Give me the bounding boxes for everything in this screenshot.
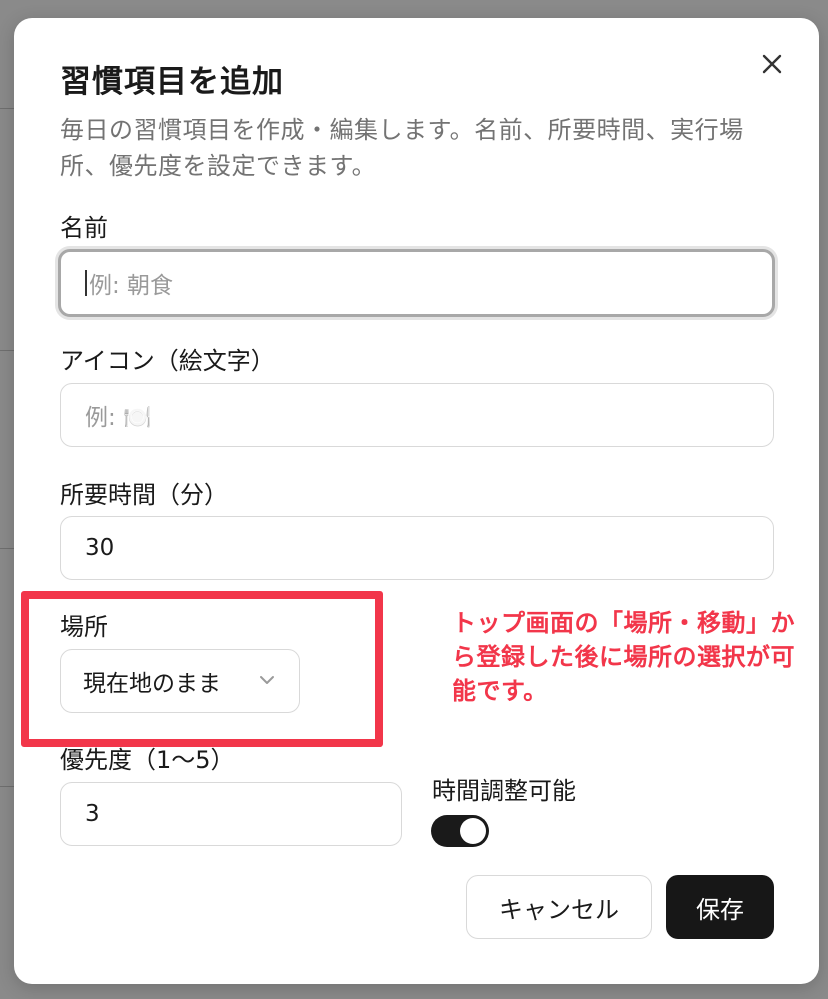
duration-value: 30: [85, 535, 115, 561]
toggle-knob: [460, 818, 486, 844]
close-button[interactable]: [752, 44, 792, 84]
priority-label: 優先度（1〜5）: [60, 746, 235, 774]
name-placeholder: 例: 朝食: [89, 273, 174, 299]
backdrop-divider: [0, 548, 14, 549]
priority-input[interactable]: 3: [60, 782, 402, 846]
name-input[interactable]: 例: 朝食: [58, 249, 775, 317]
duration-input[interactable]: 30: [60, 516, 774, 580]
cancel-button[interactable]: キャンセル: [466, 875, 652, 939]
location-label: 場所: [60, 613, 108, 641]
icon-input[interactable]: 例: 🍽️: [60, 383, 774, 447]
name-label: 名前: [60, 214, 108, 242]
dialog-title: 習慣項目を追加: [60, 64, 284, 100]
priority-value: 3: [85, 801, 100, 827]
duration-label: 所要時間（分）: [60, 481, 228, 509]
location-selected-value: 現在地のまま: [83, 671, 221, 697]
save-button[interactable]: 保存: [666, 875, 774, 939]
backdrop-divider: [0, 786, 14, 787]
adjustable-label: 時間調整可能: [432, 777, 576, 805]
icon-label: アイコン（絵文字）: [60, 347, 275, 375]
backdrop-divider: [0, 350, 14, 351]
backdrop-divider: [0, 108, 14, 109]
chevron-down-icon: [260, 676, 274, 684]
adjustable-toggle[interactable]: [431, 815, 489, 847]
location-select[interactable]: 現在地のまま: [60, 649, 300, 713]
annotation-note: トップ画面の「場所・移動」から登録した後に場所の選択が可能です。: [452, 609, 795, 705]
close-icon: [762, 54, 782, 74]
text-caret: [85, 270, 87, 296]
dialog-description: 毎日の習慣項目を作成・編集します。名前、所要時間、実行場所、優先度を設定できます…: [60, 116, 744, 180]
icon-placeholder: 例: 🍽️: [85, 405, 152, 431]
